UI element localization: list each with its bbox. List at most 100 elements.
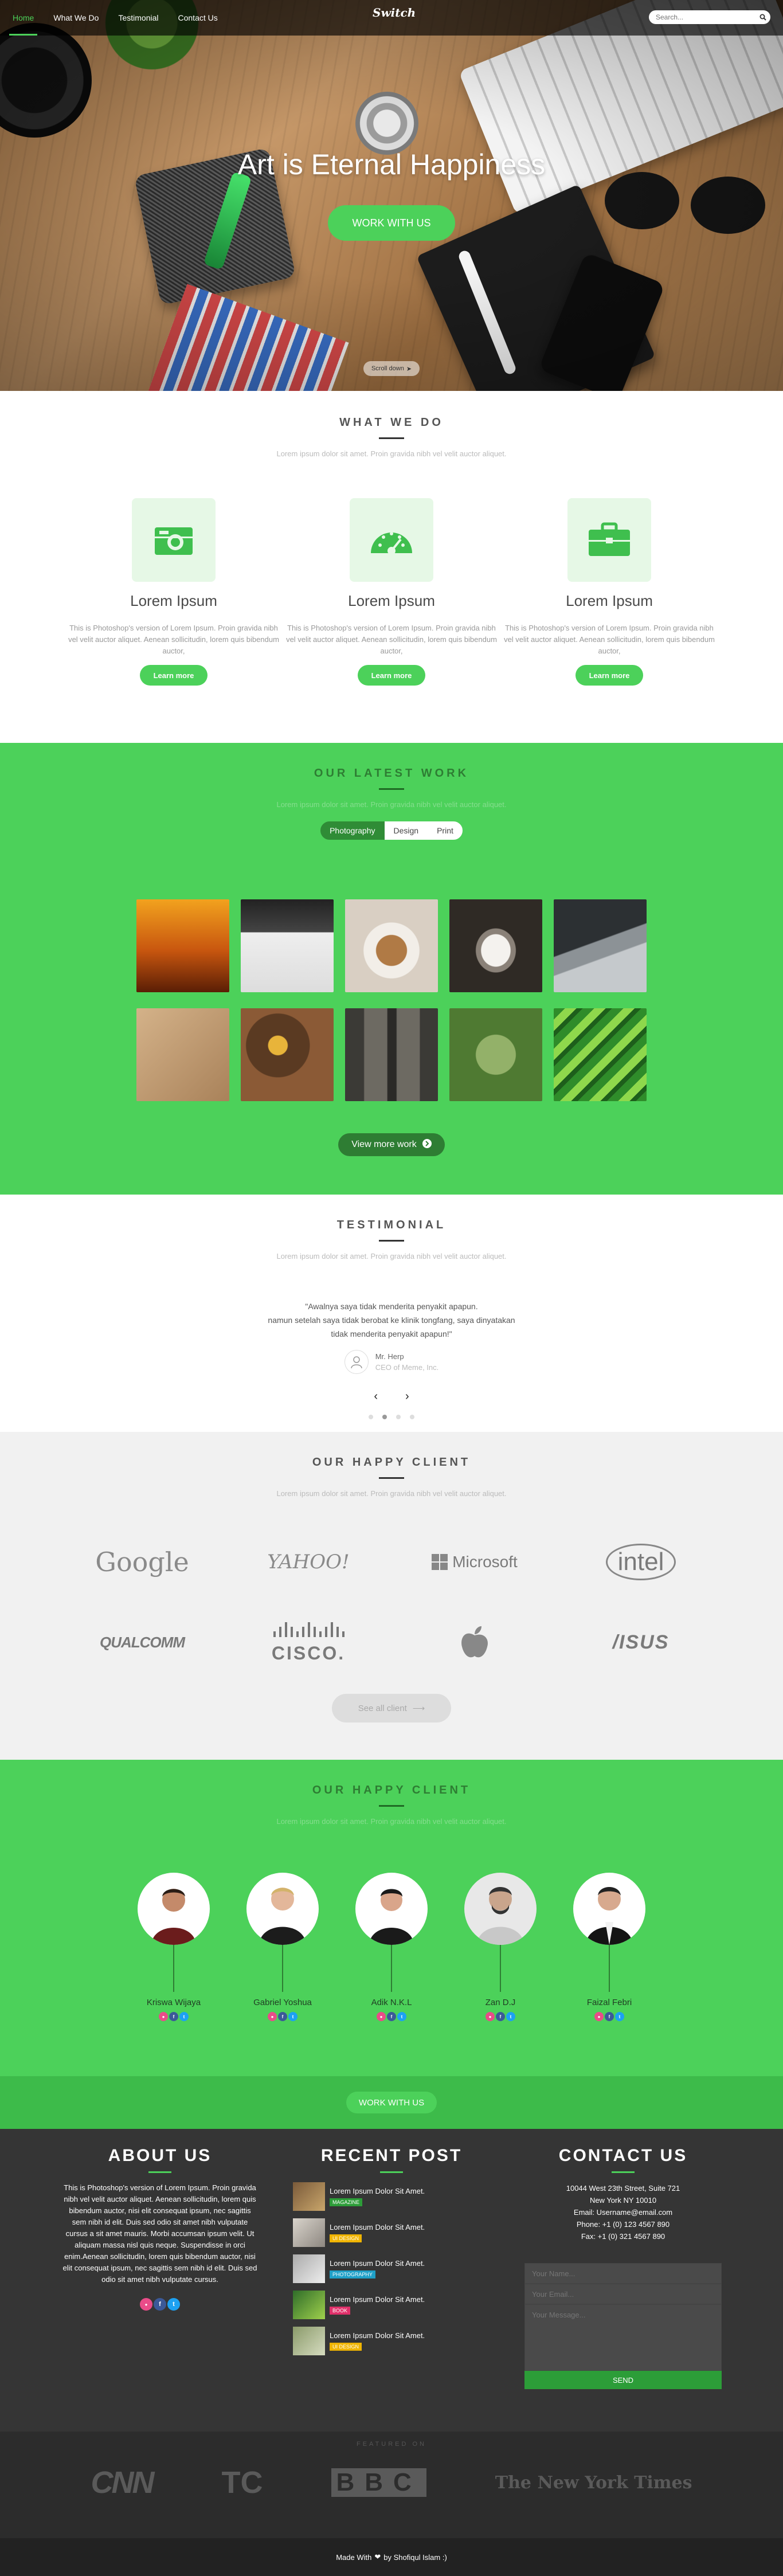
carousel-dot-active[interactable] [382, 1415, 387, 1419]
palm-trees-sunset-photo[interactable] [136, 899, 229, 992]
member-avatar[interactable] [464, 1873, 537, 1945]
member-name: Zan D.J [485, 1998, 516, 2007]
kitten-photo[interactable] [449, 899, 542, 992]
facebook-icon[interactable]: f [154, 2298, 166, 2311]
post-thumbnail [293, 2291, 325, 2319]
desk-camera-photo[interactable] [241, 899, 334, 992]
filter-print[interactable]: Print [428, 821, 463, 840]
clients-section: OUR HAPPY CLIENT Lorem ipsum dolor sit a… [0, 1432, 783, 1760]
email-field[interactable] [524, 2284, 722, 2304]
send-button[interactable]: SEND [524, 2371, 722, 2389]
search-icon[interactable] [755, 10, 770, 24]
contact-form: SEND [524, 2263, 722, 2389]
carousel-dot[interactable] [410, 1415, 414, 1419]
scroll-down-button[interactable]: Scroll down ➤ [363, 361, 420, 376]
recent-posts-column: RECENT POST Lorem Ipsum Dolor Sit Amet. M… [293, 2146, 490, 2389]
dribbble-icon[interactable]: ● [377, 2012, 386, 2021]
dribbble-icon[interactable]: ● [159, 2012, 168, 2021]
post-category-tag[interactable]: UI DESIGN [330, 2234, 362, 2242]
twitter-icon[interactable]: t [179, 2012, 189, 2021]
member-avatar[interactable] [355, 1873, 428, 1945]
service-text: This is Photoshop's version of Lorem Ips… [504, 624, 715, 655]
service-card: Lorem Ipsum This is Photoshop's version … [500, 498, 718, 686]
team-member: Zan D.J ● f t [464, 1873, 537, 2021]
work-gallery [136, 899, 647, 1101]
post-category-tag[interactable]: BOOK [330, 2306, 351, 2315]
nav-link-contact-us[interactable]: Contact Us [178, 0, 218, 36]
post-title: Lorem Ipsum Dolor Sit Amet. [330, 2331, 425, 2340]
nav-link-what-we-do[interactable]: What We Do [53, 0, 99, 36]
nav-link-home[interactable]: Home [9, 0, 38, 36]
member-avatar[interactable] [573, 1873, 645, 1945]
chevron-left-icon[interactable]: ‹ [374, 1390, 378, 1403]
dribbble-icon[interactable]: ● [268, 2012, 277, 2021]
view-more-work-button[interactable]: View more work [338, 1133, 445, 1156]
learn-more-button[interactable]: Learn more [575, 665, 643, 686]
twitter-icon[interactable]: t [506, 2012, 515, 2021]
google-logo: Google [95, 1547, 189, 1577]
member-connector-line [609, 1945, 610, 1992]
coffee-table-photo[interactable] [241, 1008, 334, 1101]
recent-post-item[interactable]: Lorem Ipsum Dolor Sit Amet. BOOK [293, 2291, 490, 2319]
recent-post-item[interactable]: Lorem Ipsum Dolor Sit Amet. UI DESIGN [293, 2218, 490, 2247]
recent-post-item[interactable]: Lorem Ipsum Dolor Sit Amet. MAGAZINE [293, 2182, 490, 2211]
see-all-client-button[interactable]: See all client ⟶ [332, 1694, 451, 1722]
post-title: Lorem Ipsum Dolor Sit Amet. [330, 2186, 425, 2195]
service-text: This is Photoshop's version of Lorem Ips… [286, 624, 497, 655]
post-thumbnail [293, 2327, 325, 2355]
twitter-icon[interactable]: t [167, 2298, 180, 2311]
post-title: Lorem Ipsum Dolor Sit Amet. [330, 2222, 425, 2232]
footer-columns: ABOUT US This is Photoshop's version of … [0, 2146, 783, 2389]
workspace-flatlay-photo[interactable] [136, 1008, 229, 1101]
search-input[interactable] [656, 13, 755, 21]
contact-phone: Phone: +1 (0) 123 4567 890 [576, 2220, 670, 2229]
post-category-tag[interactable]: MAGAZINE [330, 2198, 363, 2206]
recent-post-item[interactable]: Lorem Ipsum Dolor Sit Amet. PHOTOGRAPHY [293, 2254, 490, 2283]
filter-design[interactable]: Design [384, 821, 428, 840]
laptop-code-photo[interactable] [554, 899, 647, 992]
learn-more-button[interactable]: Learn more [140, 665, 208, 686]
cake-coffee-photo[interactable] [345, 899, 438, 992]
post-category-tag[interactable]: UI DESIGN [330, 2342, 362, 2351]
twitter-icon[interactable]: t [397, 2012, 406, 2021]
made-with-prefix: Made With [336, 2552, 372, 2562]
facebook-icon[interactable]: f [605, 2012, 614, 2021]
dribbble-icon[interactable]: ● [594, 2012, 604, 2021]
rail-tracks-photo[interactable] [345, 1008, 438, 1101]
nav-link-testimonial[interactable]: Testimonial [118, 0, 158, 36]
filter-photography[interactable]: Photography [320, 821, 385, 840]
section-title: OUR HAPPY CLIENT [312, 1456, 471, 1469]
microsoft-wordmark: Microsoft [452, 1553, 518, 1571]
recent-post-title: RECENT POST [320, 2146, 463, 2165]
facebook-icon[interactable]: f [496, 2012, 505, 2021]
carousel-dot[interactable] [369, 1415, 373, 1419]
bbc-wordmark: BBC [331, 2468, 426, 2497]
section-title: OUR HAPPY CLIENT [312, 1784, 471, 1796]
learn-more-button[interactable]: Learn more [358, 665, 425, 686]
carousel-dot[interactable] [396, 1415, 401, 1419]
section-title: OUR LATEST WORK [314, 767, 469, 780]
facebook-icon[interactable]: f [278, 2012, 287, 2021]
facebook-icon[interactable]: f [387, 2012, 396, 2021]
member-avatar[interactable] [246, 1873, 319, 1945]
facebook-icon[interactable]: f [169, 2012, 178, 2021]
post-category-tag[interactable]: PHOTOGRAPHY [330, 2270, 375, 2279]
twitter-icon[interactable]: t [288, 2012, 297, 2021]
twitter-icon[interactable]: t [615, 2012, 624, 2021]
brand-logo[interactable]: Switch [373, 6, 416, 19]
message-field[interactable] [524, 2304, 722, 2371]
work-with-us-footer-button[interactable]: WORK WITH US [346, 2092, 437, 2113]
member-avatar[interactable] [138, 1873, 210, 1945]
author-avatar [344, 1350, 369, 1374]
arrow-down-circle-icon: ➤ [406, 365, 412, 373]
qualcomm-logo: QUALCOMM [100, 1633, 185, 1651]
name-field[interactable] [524, 2263, 722, 2284]
dribbble-icon[interactable]: ● [486, 2012, 495, 2021]
work-with-us-button[interactable]: WORK WITH US [328, 205, 455, 241]
green-ladybug-photo[interactable] [449, 1008, 542, 1101]
dribbble-icon[interactable]: ● [140, 2298, 152, 2311]
green-abstract-photo[interactable] [554, 1008, 647, 1101]
recent-post-item[interactable]: Lorem Ipsum Dolor Sit Amet. UI DESIGN [293, 2327, 490, 2355]
footer-section: ABOUT US This is Photoshop's version of … [0, 2129, 783, 2432]
chevron-right-icon[interactable]: › [405, 1390, 409, 1403]
